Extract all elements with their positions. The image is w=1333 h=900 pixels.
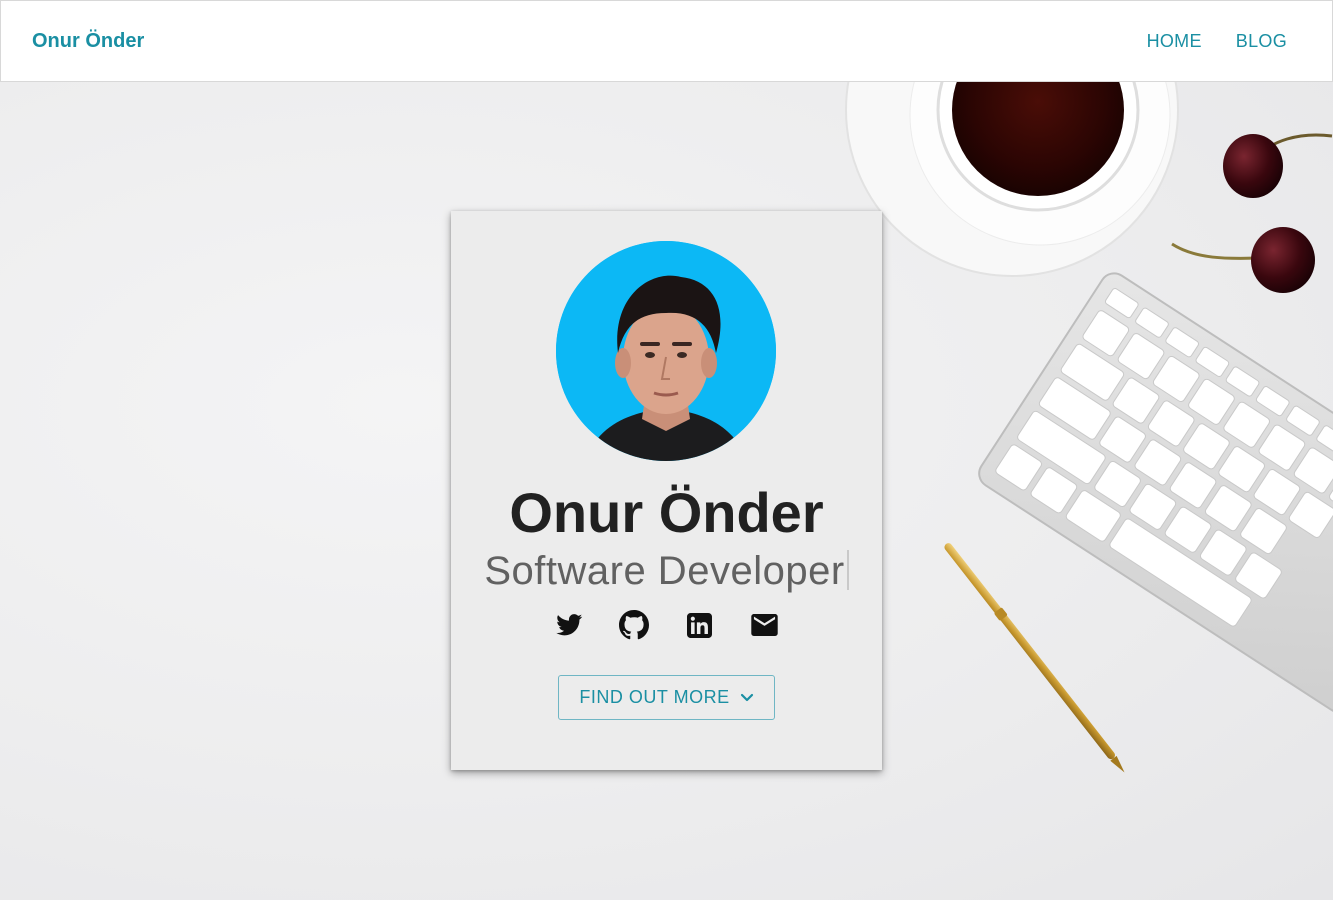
nav-links: HOME BLOG (1130, 29, 1304, 53)
top-navbar: Onur Önder HOME BLOG (0, 0, 1333, 82)
linkedin-link[interactable] (683, 609, 715, 641)
social-links (451, 609, 882, 641)
nav-blog-link[interactable]: BLOG (1219, 29, 1304, 53)
avatar (556, 241, 776, 461)
find-out-more-button[interactable]: FIND OUT MORE (558, 675, 775, 720)
mail-icon (750, 614, 778, 636)
github-link[interactable] (618, 609, 650, 641)
profile-name: Onur Önder (509, 481, 824, 544)
twitter-link[interactable] (553, 609, 585, 641)
typing-cursor (846, 550, 849, 590)
profile-role: Software Developer (451, 547, 882, 595)
github-icon (619, 610, 649, 640)
profile-card: Onur Önder Software Developer FIND OUT M… (451, 211, 882, 770)
nav-home-link[interactable]: HOME (1130, 29, 1219, 53)
avatar-portrait (556, 241, 776, 461)
email-link[interactable] (748, 609, 780, 641)
brand-link[interactable]: Onur Önder (32, 29, 144, 53)
chevron-down-icon (740, 693, 753, 701)
find-out-more-label: FIND OUT MORE (579, 687, 730, 707)
linkedin-icon (686, 612, 712, 638)
role-text: Software Developer (484, 549, 845, 593)
twitter-icon (555, 614, 582, 636)
